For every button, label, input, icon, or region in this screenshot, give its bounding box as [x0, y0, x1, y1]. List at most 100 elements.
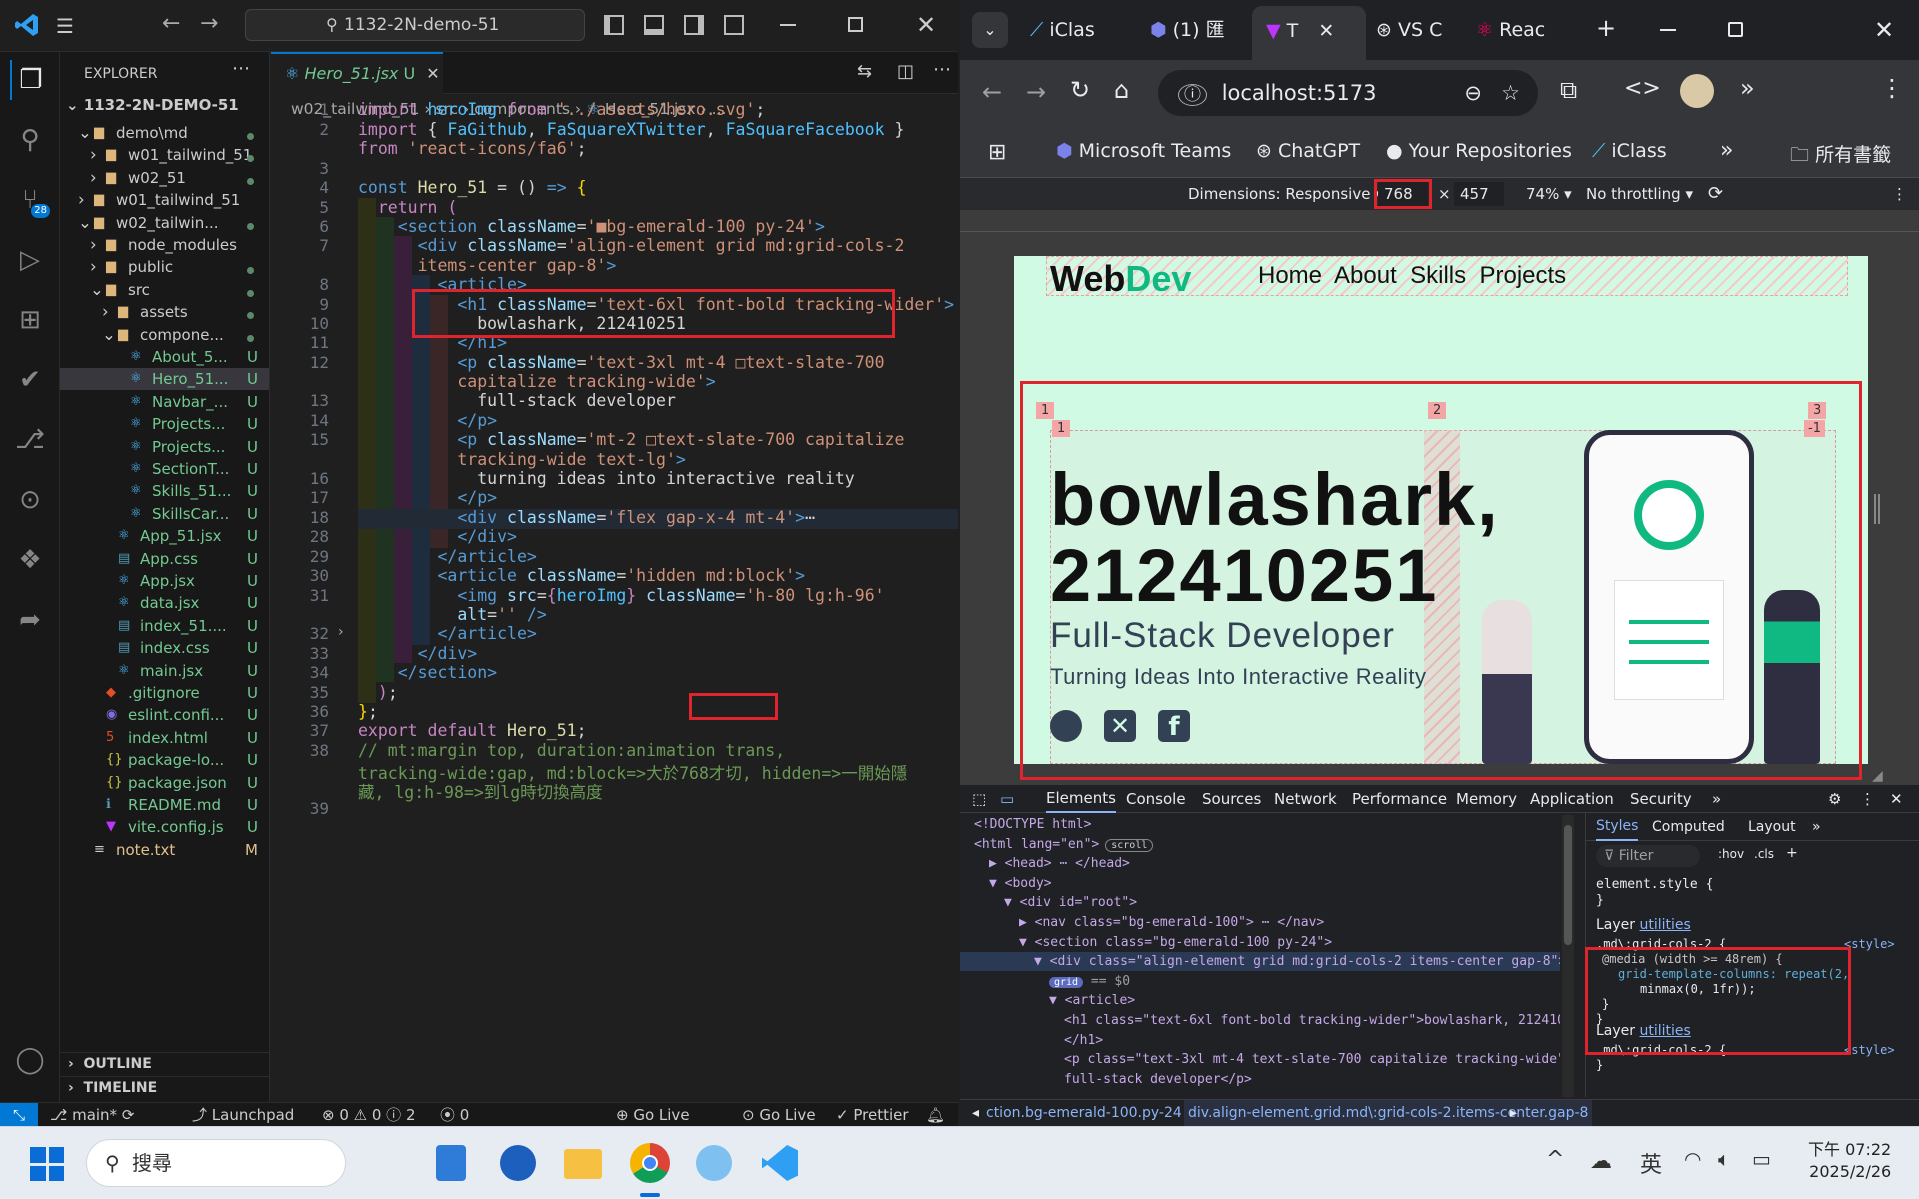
- dom-node[interactable]: ▼ <section class="bg-emerald-100 py-24">: [960, 933, 1560, 952]
- throttling-select[interactable]: No throttling ▾: [1586, 178, 1693, 210]
- inspect-element-icon[interactable]: ⬚: [972, 785, 986, 813]
- apps-grid-icon[interactable]: ⊞: [988, 140, 1006, 165]
- paint-icon[interactable]: [696, 1145, 732, 1181]
- computed-tab[interactable]: Computed: [1652, 813, 1725, 841]
- crumb-right-arrow-icon[interactable]: ▸: [1510, 1100, 1517, 1126]
- site-info-icon[interactable]: ⓘ: [1178, 84, 1207, 106]
- dom-node[interactable]: <p class="text-3xl mt-4 text-slate-700 c…: [960, 1050, 1560, 1069]
- code-line[interactable]: <article className='hidden md:block'>: [358, 566, 805, 585]
- chrome-tab-2[interactable]: ⬢ (1) 匯: [1150, 10, 1245, 50]
- nav-skills[interactable]: Skills: [1410, 262, 1466, 289]
- code-line[interactable]: </article>: [358, 547, 536, 566]
- devtools-close-icon[interactable]: ✕: [1890, 785, 1903, 813]
- style-source-link[interactable]: <style>: [1844, 1043, 1895, 1058]
- code-line[interactable]: turning ideas into interactive reality: [358, 469, 855, 488]
- code-line[interactable]: import { FaGithub, FaSquareXTwitter, FaS…: [358, 120, 904, 139]
- onedrive-icon[interactable]: ☁: [1590, 1149, 1612, 1174]
- bookmark-teams[interactable]: ⬢ Microsoft Teams: [1056, 140, 1231, 162]
- new-tab-icon[interactable]: +: [1596, 14, 1616, 42]
- height-input[interactable]: 457: [1454, 182, 1504, 206]
- prettier-status[interactable]: ✓ Prettier: [836, 1103, 909, 1127]
- chrome-tab-4[interactable]: ⊛ VS C: [1376, 10, 1471, 50]
- code-line[interactable]: alt='' />: [358, 605, 546, 624]
- zoom-select[interactable]: 74% ▾: [1526, 178, 1572, 210]
- dimensions-select[interactable]: Dimensions: Responsive ▾: [1188, 178, 1383, 210]
- code-line[interactable]: <p className='text-3xl mt-4 □text-slate-…: [358, 353, 884, 372]
- layout-tab[interactable]: Layout: [1748, 813, 1796, 841]
- nav-home[interactable]: Home: [1258, 262, 1322, 289]
- more-panes-icon[interactable]: »: [1812, 813, 1821, 841]
- more-tools-icon[interactable]: »: [1740, 74, 1755, 102]
- devtools-tab-application[interactable]: Application: [1530, 785, 1614, 813]
- code-line[interactable]: <div className='align-element grid md:gr…: [358, 236, 905, 255]
- notepad-icon[interactable]: [436, 1145, 466, 1181]
- code-line[interactable]: // mt:margin top, duration:animation tra…: [358, 741, 785, 760]
- dom-node[interactable]: <html lang="en"> scroll: [960, 835, 1560, 854]
- address-bar[interactable]: ⓘ localhost:5173 ⊖ ☆: [1158, 70, 1538, 116]
- bookmark-chatgpt[interactable]: ⊛ ChatGPT: [1256, 140, 1360, 162]
- devtools-tab-memory[interactable]: Memory: [1456, 785, 1517, 813]
- ports-status[interactable]: ⦿ 0: [440, 1103, 469, 1127]
- golive-status-2[interactable]: ⊙ Go Live: [742, 1103, 816, 1127]
- code-line[interactable]: </div>: [358, 527, 517, 546]
- devtools-tab-console[interactable]: Console: [1126, 785, 1186, 813]
- site-logo[interactable]: WebDev: [1050, 258, 1191, 300]
- chrome-app-icon[interactable]: [630, 1143, 670, 1183]
- wifi-icon[interactable]: ◠: [1684, 1147, 1701, 1171]
- new-style-rule-icon[interactable]: +: [1786, 845, 1798, 861]
- remote-indicator[interactable]: ⤡: [0, 1103, 38, 1127]
- dom-node[interactable]: ▶ <head> ⋯ </head>: [960, 854, 1560, 873]
- crumb-section[interactable]: ction.bg-emerald-100.py-24: [986, 1100, 1182, 1126]
- code-line[interactable]: );: [358, 683, 398, 702]
- word-icon[interactable]: [500, 1145, 536, 1181]
- ime-language[interactable]: 英: [1640, 1147, 1662, 1179]
- battery-icon[interactable]: ▭: [1752, 1147, 1771, 1171]
- home-icon[interactable]: ⌂: [1114, 76, 1129, 104]
- taskbar-search-box[interactable]: ⚲ 搜尋: [86, 1139, 346, 1187]
- code-line[interactable]: from 'react-icons/fa6';: [358, 139, 587, 158]
- code-line[interactable]: return (: [358, 198, 457, 217]
- code-line[interactable]: </div>: [358, 644, 478, 663]
- dom-node[interactable]: ▼ <div class="align-element grid md:grid…: [960, 952, 1560, 972]
- code-line[interactable]: export default Hero_51;: [358, 721, 587, 740]
- vscode-app-icon[interactable]: [762, 1145, 798, 1181]
- volume-icon[interactable]: 🔈︎: [1718, 1147, 1730, 1171]
- crumb-left-arrow-icon[interactable]: ◂: [972, 1100, 979, 1126]
- reload-icon[interactable]: ↻: [1070, 76, 1090, 104]
- dom-node[interactable]: ▶ <nav class="bg-emerald-100"> ⋯ </nav>: [960, 913, 1560, 932]
- code-line[interactable]: capitalize tracking-wide'>: [358, 372, 715, 391]
- dom-tree[interactable]: <!DOCTYPE html> <html lang="en"> scroll ▶ <…: [960, 815, 1560, 1097]
- resize-handle-corner[interactable]: ◢: [1872, 768, 1883, 784]
- code-line[interactable]: <div className='flex gap-x-4 mt-4'>⋯: [358, 508, 815, 527]
- resize-handle-right[interactable]: [1874, 494, 1880, 524]
- problems-status[interactable]: ⊗ 0 ⚠ 0 ⓘ 2: [322, 1103, 416, 1127]
- zoom-icon[interactable]: ⊖: [1464, 70, 1482, 116]
- extensions-icon[interactable]: ⧉: [1560, 76, 1577, 104]
- more-tabs-icon[interactable]: »: [1712, 785, 1721, 813]
- all-bookmarks[interactable]: 🗀 所有書籤: [1790, 140, 1891, 173]
- branch-status[interactable]: ⎇ main* ⟳: [50, 1103, 134, 1127]
- code-line[interactable]: </article>: [358, 624, 536, 643]
- grid-badge[interactable]: grid: [1049, 976, 1084, 988]
- dom-node[interactable]: ▼ <article>: [960, 991, 1560, 1010]
- bookmark-repositories[interactable]: ● Your Repositories: [1386, 140, 1572, 162]
- nav-projects[interactable]: Projects: [1479, 262, 1566, 289]
- fold-chevron-icon[interactable]: ›: [338, 624, 344, 640]
- styles-tab[interactable]: Styles: [1596, 813, 1639, 841]
- devtools-settings-icon[interactable]: ⚙: [1828, 785, 1841, 813]
- profile-avatar[interactable]: [1680, 74, 1714, 108]
- style-source-link[interactable]: <style>: [1844, 937, 1895, 952]
- devtools-tab-elements[interactable]: Elements: [1046, 785, 1116, 813]
- crumb-div[interactable]: div.align-element.grid.md\:grid-cols-2.i…: [1184, 1100, 1593, 1126]
- dom-node[interactable]: </h1>: [960, 1031, 1560, 1050]
- tab-search-button[interactable]: ⌄: [972, 12, 1008, 48]
- bookmark-star-icon[interactable]: ☆: [1501, 70, 1520, 116]
- dom-node[interactable]: grid == $0: [960, 972, 1560, 991]
- code-line[interactable]: <p className='mt-2 □text-slate-700 capit…: [358, 430, 904, 449]
- tray-chevron-icon[interactable]: ^: [1546, 1147, 1564, 1172]
- code-line[interactable]: const Hero_51 = () => {: [358, 178, 587, 197]
- devtools-tab-network[interactable]: Network: [1274, 785, 1337, 813]
- toggle-element-state[interactable]: :hov: [1718, 847, 1744, 861]
- close-icon[interactable]: ✕: [1874, 16, 1894, 44]
- code-line[interactable]: <img src={heroImg} className='h-80 lg:h-…: [358, 586, 884, 605]
